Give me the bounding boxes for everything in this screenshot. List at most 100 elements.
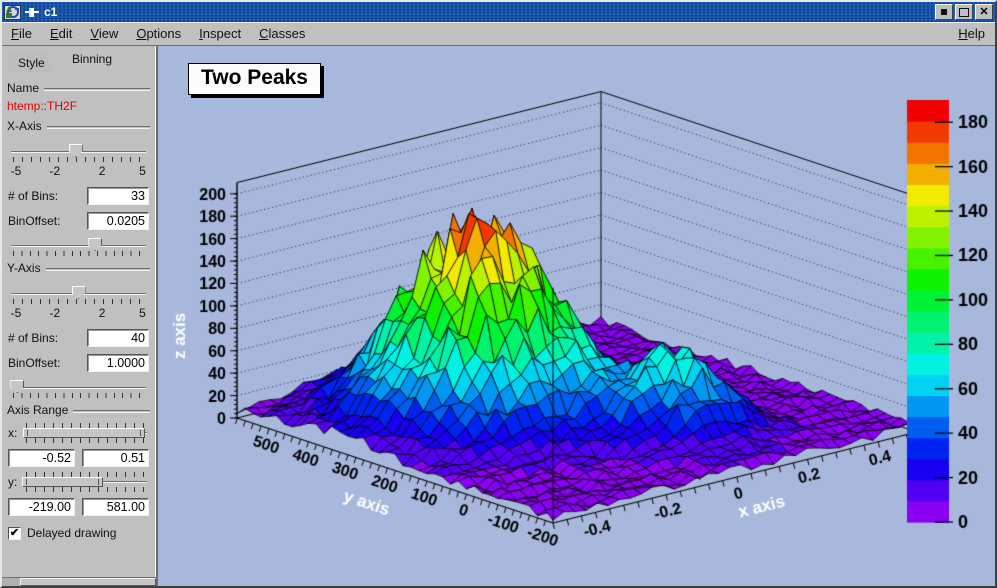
menu-view-rest: iew [99, 26, 119, 41]
y-axis-slider-thumb[interactable] [72, 286, 86, 299]
menu-classes-rest: lasses [268, 26, 305, 41]
tab-style[interactable]: Style [8, 53, 55, 73]
close-button[interactable] [975, 4, 993, 20]
x-offset-label: BinOffset: [8, 214, 60, 228]
slider-scale-labels: -5 -2 2 5 [9, 164, 148, 178]
menu-help-hotkey: H [958, 26, 967, 41]
menu-edit-hotkey: E [50, 26, 59, 41]
editor-tabs: Style Binning [6, 49, 151, 73]
y-range-slider[interactable] [22, 471, 149, 493]
window-title: c1 [44, 5, 57, 19]
minimize-icon [941, 9, 947, 15]
x-offset-slider[interactable] [9, 236, 148, 254]
y-offset-field[interactable] [87, 354, 149, 372]
menu-file-hotkey: F [11, 26, 19, 41]
slider-ticks [13, 157, 146, 162]
y-range-slider-bar[interactable] [22, 477, 103, 487]
x-bins-field[interactable] [87, 187, 149, 205]
menu-edit-rest: dit [59, 26, 73, 41]
x-offset-slider-thumb[interactable] [88, 238, 102, 251]
maximize-icon [959, 8, 969, 17]
menu-inspect-rest: nspect [203, 26, 241, 41]
root-logo-icon[interactable] [4, 5, 21, 20]
name-section-label: Name [7, 81, 39, 95]
x-axis-section-header: X-Axis [7, 119, 150, 133]
pin-icon[interactable] [25, 8, 39, 17]
canvas-pad[interactable]: Two Peaks [158, 46, 995, 586]
x-min-field[interactable] [8, 449, 75, 467]
x-axis-slider-thumb[interactable] [69, 144, 83, 157]
y-bins-field[interactable] [87, 329, 149, 347]
root-logo-glyph [5, 6, 20, 19]
menu-file[interactable]: File [2, 23, 41, 44]
y-offset-label: BinOffset: [8, 356, 60, 370]
scale-label: -5 [11, 164, 22, 178]
menu-edit[interactable]: Edit [41, 23, 81, 44]
scale-label: 2 [99, 306, 106, 320]
menu-options[interactable]: Options [127, 23, 190, 44]
x-offset-row: BinOffset: [8, 212, 149, 230]
y-bins-row: # of Bins: [8, 329, 149, 347]
menu-view[interactable]: View [81, 23, 127, 44]
slider-groove [11, 387, 146, 389]
x-axis-scale-slider[interactable]: -5 -2 2 5 [9, 142, 148, 180]
y-bins-label: # of Bins: [8, 331, 58, 345]
menu-bar: File Edit View Options Inspect Classes H… [2, 22, 995, 46]
y-offset-slider-thumb[interactable] [10, 380, 24, 393]
slider-ticks [26, 438, 147, 443]
x-max-field[interactable] [82, 449, 149, 467]
panel-h-scrollbar[interactable] [2, 577, 156, 586]
x-offset-field[interactable] [87, 212, 149, 230]
x-axis-section-label: X-Axis [7, 119, 42, 133]
tab-binning[interactable]: Binning [62, 49, 122, 73]
surface-plot-canvas[interactable] [158, 46, 995, 586]
y-axis-section-label: Y-Axis [7, 261, 41, 275]
x-range-fields [8, 449, 149, 467]
binning-editor-panel: Style Binning Name htemp::TH2F X-Axis -5… [2, 46, 158, 586]
slider-groove [11, 245, 146, 247]
x-bins-row: # of Bins: [8, 187, 149, 205]
minimize-button[interactable] [935, 4, 953, 20]
plot-title[interactable]: Two Peaks [188, 63, 321, 95]
slider-ticks [13, 251, 146, 256]
axis-range-section-header: Axis Range [7, 403, 150, 417]
slider-ticks [13, 299, 146, 304]
menu-classes[interactable]: Classes [250, 23, 314, 44]
x-range-label: x: [8, 426, 22, 440]
section-divider [46, 268, 150, 271]
maximize-button[interactable] [955, 4, 973, 20]
menu-file-rest: ile [19, 26, 32, 41]
y-range-fields [8, 498, 149, 516]
slider-ticks [26, 487, 147, 492]
section-divider [44, 88, 150, 91]
slider-scale-labels: -5 -2 2 5 [9, 306, 148, 320]
y-offset-row: BinOffset: [8, 354, 149, 372]
section-divider [47, 126, 150, 129]
y-range-row: y: [8, 471, 149, 493]
menu-help-rest: elp [968, 26, 985, 41]
y-offset-slider[interactable] [9, 378, 148, 396]
y-axis-scale-slider[interactable]: -5 -2 2 5 [9, 284, 148, 322]
y-min-field[interactable] [8, 498, 75, 516]
menu-help[interactable]: Help [949, 23, 995, 44]
scale-label: 5 [139, 306, 146, 320]
section-divider [73, 410, 150, 413]
scale-label: 5 [139, 164, 146, 178]
menu-view-hotkey: V [90, 26, 98, 41]
x-bins-label: # of Bins: [8, 189, 58, 203]
delayed-drawing-row: Delayed drawing [8, 526, 149, 540]
x-range-slider-bar[interactable] [23, 428, 145, 438]
delayed-drawing-label: Delayed drawing [27, 526, 116, 540]
panel-spacer [6, 540, 151, 577]
scale-label: -5 [11, 306, 22, 320]
x-range-slider[interactable] [22, 422, 149, 444]
delayed-drawing-checkbox[interactable] [8, 527, 21, 540]
panel-h-scrollbar-thumb[interactable] [20, 578, 156, 586]
menu-options-hotkey: O [136, 26, 146, 41]
scale-label: 2 [99, 164, 106, 178]
menu-options-rest: ptions [146, 26, 181, 41]
y-max-field[interactable] [82, 498, 149, 516]
scale-label: -2 [50, 164, 61, 178]
title-bar[interactable]: c1 [2, 2, 995, 22]
menu-inspect[interactable]: Inspect [190, 23, 250, 44]
